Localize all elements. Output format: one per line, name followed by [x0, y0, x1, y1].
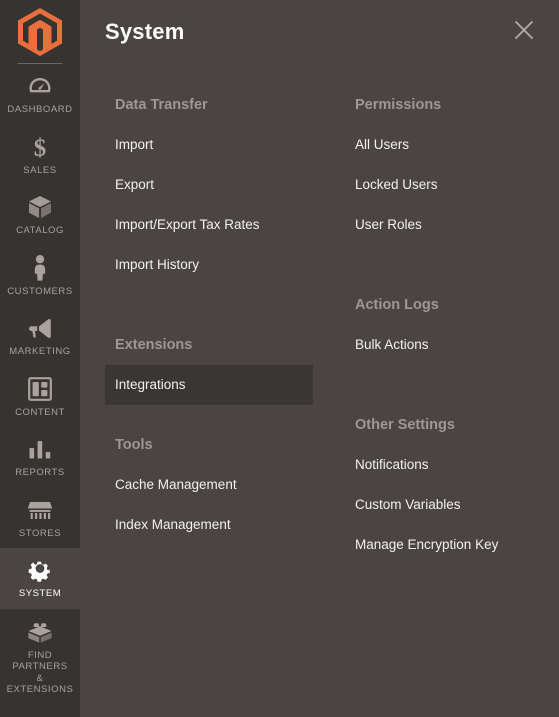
close-x-icon: [513, 19, 535, 44]
menu-item-import-history[interactable]: Import History: [105, 245, 335, 285]
sidebar-item-label: FIND PARTNERS & EXTENSIONS: [6, 649, 74, 696]
menu-item-index-management[interactable]: Index Management: [105, 505, 335, 545]
sidebar-item-label: CONTENT: [15, 406, 65, 418]
menu-item-custom-variables[interactable]: Custom Variables: [345, 485, 545, 525]
sidebar-item-label: MARKETING: [9, 346, 71, 357]
panel-header: System: [80, 0, 559, 63]
menu-group-other-settings: Other Settings Notifications Custom Vari…: [345, 405, 545, 565]
layout-page-icon: [28, 376, 52, 402]
menu-group-data-transfer: Data Transfer Import Export Import/Expor…: [105, 85, 335, 285]
menu-group-title: Extensions: [115, 337, 193, 353]
menu-group-title: Permissions: [355, 97, 442, 113]
menu-group-action-logs: Action Logs Bulk Actions: [345, 285, 545, 365]
admin-menu-overlay: DASHBOARD $ SALES CATALOG CUSTOMERS MARK…: [0, 0, 559, 717]
menu-group-title: Action Logs: [355, 297, 439, 313]
sidebar-item-content[interactable]: CONTENT: [0, 367, 80, 428]
menu-group-extensions: Extensions Integrations: [105, 325, 335, 405]
bar-chart-icon: [28, 436, 52, 462]
menu-item-cache-management[interactable]: Cache Management: [105, 465, 335, 505]
sidebar-item-label: DASHBOARD: [7, 104, 73, 115]
menu-item-import-export-tax-rates[interactable]: Import/Export Tax Rates: [105, 205, 335, 245]
menu-item-notifications[interactable]: Notifications: [345, 445, 545, 485]
sidebar-item-system[interactable]: SYSTEM: [0, 548, 80, 609]
gear-icon: [28, 557, 52, 583]
close-button[interactable]: [509, 16, 539, 46]
dashboard-gauge-icon: [28, 73, 52, 99]
menu-item-bulk-actions[interactable]: Bulk Actions: [345, 325, 545, 365]
menu-group-permissions: Permissions All Users Locked Users User …: [345, 85, 545, 245]
sidebar-item-label: CATALOG: [16, 225, 64, 236]
menu-item-import[interactable]: Import: [105, 125, 335, 165]
menu-group-title: Tools: [115, 437, 153, 453]
storefront-icon: [27, 497, 53, 523]
sidebar-item-sales[interactable]: $ SALES: [0, 125, 80, 186]
page-title: System: [105, 18, 185, 44]
sidebar-item-label: STORES: [18, 527, 62, 539]
megaphone-icon: [27, 315, 53, 341]
menu-item-manage-encryption-key[interactable]: Manage Encryption Key: [345, 525, 545, 565]
magento-logo[interactable]: [0, 0, 80, 63]
system-menu-panel: System Data Transfer Import Export Impor…: [80, 0, 559, 717]
menu-group-title: Other Settings: [355, 417, 455, 433]
menu-item-user-roles[interactable]: User Roles: [345, 205, 545, 245]
sidebar-item-label: SYSTEM: [18, 588, 62, 599]
menu-columns: Data Transfer Import Export Import/Expor…: [80, 63, 559, 552]
menu-item-integrations[interactable]: Integrations: [105, 365, 313, 405]
sidebar-item-catalog[interactable]: CATALOG: [0, 185, 80, 246]
svg-text:$: $: [34, 135, 47, 160]
sidebar-item-stores[interactable]: STORES: [0, 488, 80, 549]
sidebar-item-marketing[interactable]: MARKETING: [0, 306, 80, 367]
sidebar-item-label: REPORTS: [15, 467, 65, 478]
magento-logo-icon: [18, 7, 62, 56]
menu-item-all-users[interactable]: All Users: [345, 125, 545, 165]
sidebar-item-label: SALES: [23, 164, 57, 176]
lego-brick-icon: [27, 619, 53, 645]
main-sidebar: DASHBOARD $ SALES CATALOG CUSTOMERS MARK…: [0, 0, 80, 717]
sidebar-item-reports[interactable]: REPORTS: [0, 427, 80, 488]
menu-column-right: Permissions All Users Locked Users User …: [345, 85, 545, 565]
person-icon: [30, 254, 50, 281]
sidebar-item-dashboard[interactable]: DASHBOARD: [0, 64, 80, 125]
sidebar-item-find-partners-extensions[interactable]: FIND PARTNERS & EXTENSIONS: [0, 608, 80, 705]
menu-group-tools: Tools Cache Management Index Management: [105, 425, 335, 545]
box-icon: [28, 194, 52, 220]
sidebar-item-customers[interactable]: CUSTOMERS: [0, 246, 80, 307]
menu-item-export[interactable]: Export: [105, 165, 335, 205]
dollar-sign-icon: $: [31, 134, 49, 160]
sidebar-item-label: CUSTOMERS: [7, 285, 73, 297]
menu-group-title: Data Transfer: [115, 97, 208, 113]
menu-column-left: Data Transfer Import Export Import/Expor…: [105, 85, 335, 545]
menu-item-locked-users[interactable]: Locked Users: [345, 165, 545, 205]
